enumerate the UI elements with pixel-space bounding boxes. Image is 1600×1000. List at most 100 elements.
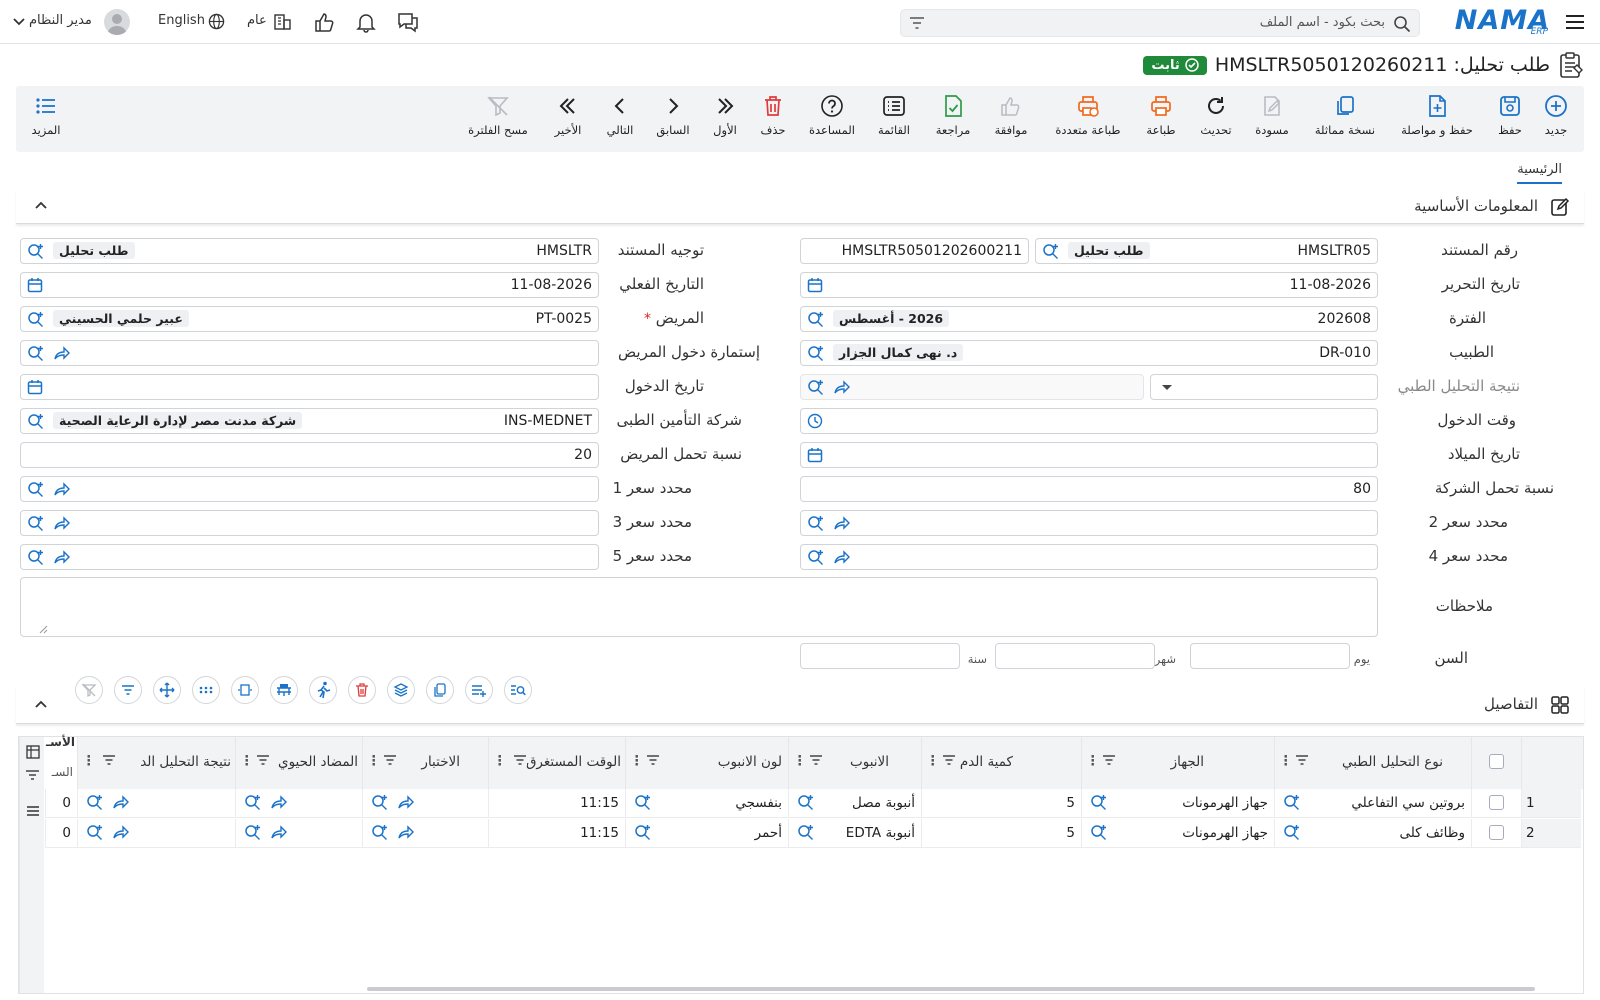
cell-type[interactable]: وظائف كلى: [1274, 819, 1471, 848]
scope-selector[interactable]: عام: [245, 11, 293, 33]
grid-fit-button[interactable]: [231, 676, 259, 704]
filter-icon[interactable]: [1102, 754, 1116, 766]
search-plus-icon[interactable]: [27, 549, 44, 566]
search-plus-icon[interactable]: [807, 549, 824, 566]
grid-col-device[interactable]: الجهاز ⋮: [1081, 737, 1274, 789]
insurance-field[interactable]: INS-MEDNET شركة مدنت مصر لإدارة الرعاية …: [20, 408, 599, 434]
price2-field[interactable]: [800, 510, 1378, 536]
column-menu-icon[interactable]: ⋮: [1086, 753, 1100, 769]
grid-add-line-button[interactable]: [465, 676, 493, 704]
cell-lookup[interactable]: [77, 789, 235, 818]
search-plus-icon[interactable]: [86, 824, 103, 841]
patient-share-field[interactable]: 20: [20, 442, 599, 468]
period-field[interactable]: 202608 2026 - أغسطس: [800, 306, 1378, 332]
cell-time[interactable]: 11:15: [488, 819, 625, 848]
search-plus-icon[interactable]: [797, 824, 814, 841]
cell-lookup[interactable]: [235, 819, 362, 848]
search-plus-icon[interactable]: [797, 794, 814, 811]
doc-direction-field[interactable]: HMSLTR طلب تحليل: [20, 238, 599, 264]
grid-col-antibiotic[interactable]: المضاد الحيوي ⋮: [235, 737, 362, 789]
search-plus-icon[interactable]: [807, 311, 824, 328]
result-field[interactable]: [800, 374, 1144, 400]
filter-icon[interactable]: [909, 16, 925, 30]
filter-icon[interactable]: [646, 754, 660, 766]
actual-date-field[interactable]: 11-08-2026: [20, 272, 599, 298]
duplicate-button[interactable]: نسخة مماثلة: [1310, 94, 1380, 137]
share-arrow-icon[interactable]: [833, 379, 850, 396]
search-plus-icon[interactable]: [371, 794, 388, 811]
grid-copy-button[interactable]: [426, 676, 454, 704]
search-plus-icon[interactable]: [244, 794, 261, 811]
search-plus-icon[interactable]: [1090, 794, 1107, 811]
result-dropdown[interactable]: [1150, 374, 1378, 400]
clear-filter-button[interactable]: مسح الفلترة: [463, 94, 533, 137]
price4-field[interactable]: [800, 544, 1378, 570]
grid-col-result[interactable]: نتيجة التحليل الد ⋮: [77, 737, 235, 789]
search-plus-icon[interactable]: [1283, 794, 1300, 811]
grid-col-tube[interactable]: الانبوب ⋮: [788, 737, 921, 789]
column-menu-icon[interactable]: ⋮: [1279, 753, 1293, 769]
user-menu[interactable]: مدير النظام: [10, 9, 134, 35]
nama-erp-logo[interactable]: NAMA ERP: [1455, 5, 1550, 39]
share-arrow-icon[interactable]: [270, 794, 287, 811]
column-menu-icon[interactable]: ⋮: [926, 753, 940, 769]
search-plus-icon[interactable]: [371, 824, 388, 841]
doc-number-field[interactable]: HMSLTR05 طلب تحليل: [1035, 238, 1378, 264]
search-plus-icon[interactable]: [27, 413, 44, 430]
cell-last[interactable]: 0: [45, 819, 77, 848]
share-arrow-icon[interactable]: [112, 824, 129, 841]
save-continue-button[interactable]: حفظ و مواصلة: [1401, 94, 1473, 137]
search-plus-icon[interactable]: [27, 243, 44, 260]
calendar-icon[interactable]: [27, 277, 43, 293]
multi-print-button[interactable]: طباعة متعددة: [1053, 94, 1123, 137]
column-menu-icon[interactable]: ⋮: [367, 753, 381, 769]
grid-col-color[interactable]: لون الانبوب ⋮: [625, 737, 788, 789]
share-arrow-icon[interactable]: [53, 345, 70, 362]
patient-field[interactable]: PT-0025 عبير حلمي الحسيني: [20, 306, 599, 332]
share-arrow-icon[interactable]: [397, 824, 414, 841]
chat-icon[interactable]: [396, 11, 420, 35]
grid-layers-button[interactable]: [387, 676, 415, 704]
search-icon[interactable]: [1393, 15, 1411, 33]
search-plus-icon[interactable]: [244, 824, 261, 841]
filter-icon[interactable]: [25, 769, 40, 781]
filter-icon[interactable]: [942, 754, 956, 766]
search-plus-icon[interactable]: [634, 794, 651, 811]
grid-col-qty[interactable]: كمية الدم ⋮: [921, 737, 1081, 789]
grid-delete-button[interactable]: [348, 676, 376, 704]
cell-tube[interactable]: أنبوبة مصل: [788, 789, 921, 818]
birth-date-field[interactable]: [800, 442, 1378, 468]
share-arrow-icon[interactable]: [53, 481, 70, 498]
filter-icon[interactable]: [102, 754, 116, 766]
cell-device[interactable]: جهاز الهرمونات: [1081, 819, 1274, 848]
share-arrow-icon[interactable]: [833, 515, 850, 532]
table-row[interactable]: 2 وظائف كلى جهاز الهرمونات 5 أنبوبة EDTA أحمر…: [19, 819, 1583, 848]
cell-last[interactable]: 0: [45, 789, 77, 818]
grid-col-last-header[interactable]: الأسـ: [45, 735, 77, 764]
admission-form-field[interactable]: [20, 340, 599, 366]
search-box[interactable]: بحث بكود - اسم الملف: [900, 9, 1420, 37]
cell-time[interactable]: 11:15: [488, 789, 625, 818]
last-button[interactable]: الأخير: [533, 94, 603, 137]
age-year-field[interactable]: [800, 643, 960, 669]
language-switch[interactable]: English: [156, 11, 226, 33]
hamburger-menu-icon[interactable]: [1564, 11, 1586, 33]
search-plus-icon[interactable]: [807, 515, 824, 532]
select-all-checkbox[interactable]: [1489, 754, 1504, 769]
share-arrow-icon[interactable]: [53, 549, 70, 566]
grid-col-test[interactable]: الاختبار ⋮: [362, 737, 488, 789]
table-row[interactable]: 1 بروتين سي التفاعلي جهاز الهرمونات 5 أنبوبة…: [19, 789, 1583, 818]
grid-col-type[interactable]: نوع التحليل الطبي ⋮: [1274, 737, 1471, 789]
search-plus-icon[interactable]: [807, 379, 824, 396]
grid-col-time[interactable]: الوقت المستغرق ⋮: [488, 737, 625, 789]
doc-number-full-field[interactable]: HMSLTR50501202600211: [800, 238, 1029, 264]
search-plus-icon[interactable]: [27, 345, 44, 362]
column-menu-icon[interactable]: ⋮: [82, 753, 96, 769]
tab-main[interactable]: الرئيسية: [1517, 162, 1562, 184]
horizontal-scrollbar[interactable]: [367, 987, 1535, 991]
price1-field[interactable]: [20, 476, 599, 502]
share-arrow-icon[interactable]: [270, 824, 287, 841]
cell-qty[interactable]: 5: [921, 789, 1081, 818]
filter-icon[interactable]: [383, 754, 397, 766]
notes-textarea[interactable]: [20, 577, 1378, 637]
